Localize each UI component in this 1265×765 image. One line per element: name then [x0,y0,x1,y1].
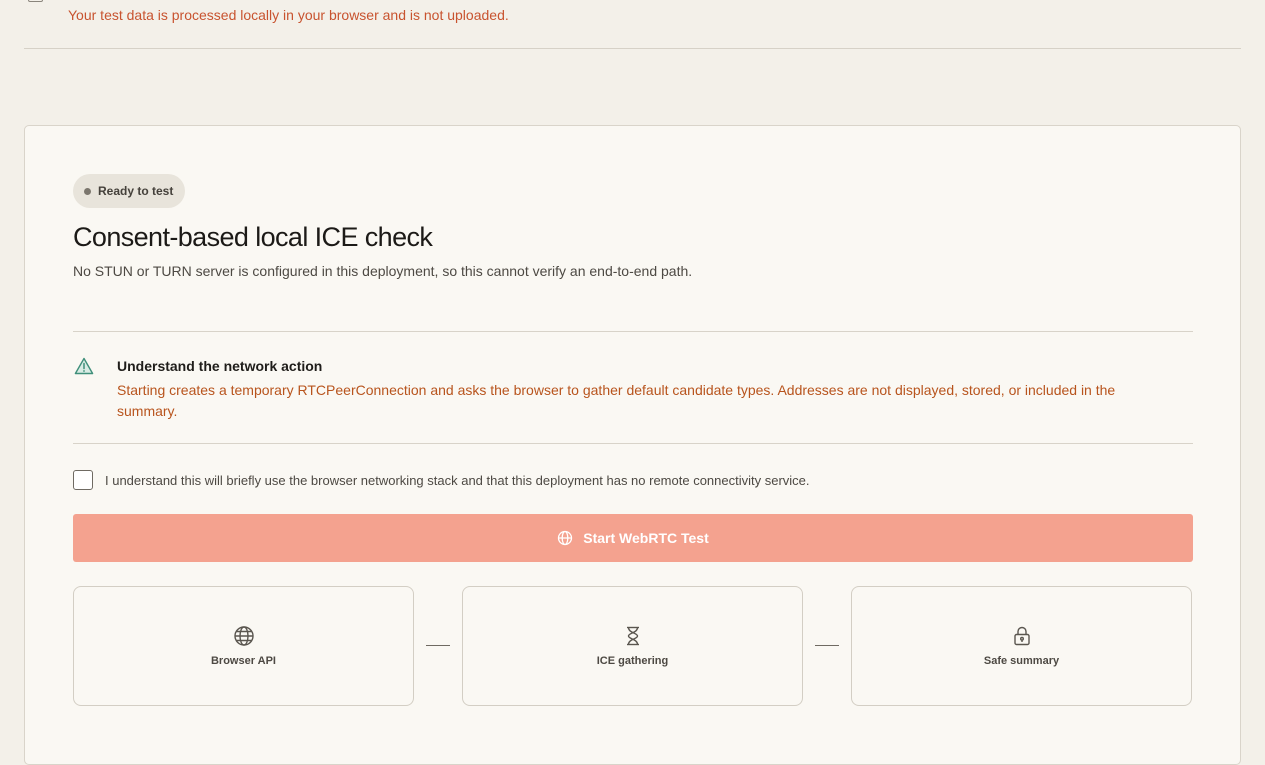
step-label: Browser API [210,655,276,667]
hourglass-icon [626,626,639,646]
status-badge: Ready to test [73,174,186,208]
consent-checkbox[interactable] [73,470,93,490]
step-ice-gathering: ICE gathering [462,586,803,706]
step-label: Safe summary [983,655,1060,667]
warning-body: Starting creates a temporary RTCPeerConn… [117,382,1116,419]
warning-heading: Understand the network action [117,358,323,374]
lock-icon [1013,626,1030,646]
step-label: ICE gathering [596,655,669,667]
start-webrtc-test-button[interactable]: Start WebRTC Test [73,514,1193,562]
warning-triangle-icon [74,357,94,375]
step-browser-api: Browser API [73,586,414,706]
consent-row[interactable]: I understand this will briefly use the b… [73,470,810,490]
test-steps: Browser API ICE gathering Safe summary [73,586,1193,706]
globe-icon [233,626,254,646]
divider [73,331,1193,332]
status-label: Ready to test [98,184,174,198]
top-checkbox[interactable] [28,0,43,2]
step-connector [815,645,839,646]
step-connector [426,645,450,646]
privacy-note: Your test data is processed locally in y… [68,7,509,23]
step-safe-summary: Safe summary [851,586,1192,706]
start-button-label: Start WebRTC Test [583,530,709,546]
top-divider [24,48,1241,49]
webrtc-test-card: Ready to test Consent-based local ICE ch… [24,125,1241,765]
status-dot-icon [84,187,91,195]
card-title: Consent-based local ICE check [73,222,433,252]
consent-label: I understand this will briefly use the b… [105,472,810,488]
card-subtitle: No STUN or TURN server is configured in … [73,263,693,279]
globe-icon [558,530,573,546]
divider [73,443,1193,444]
